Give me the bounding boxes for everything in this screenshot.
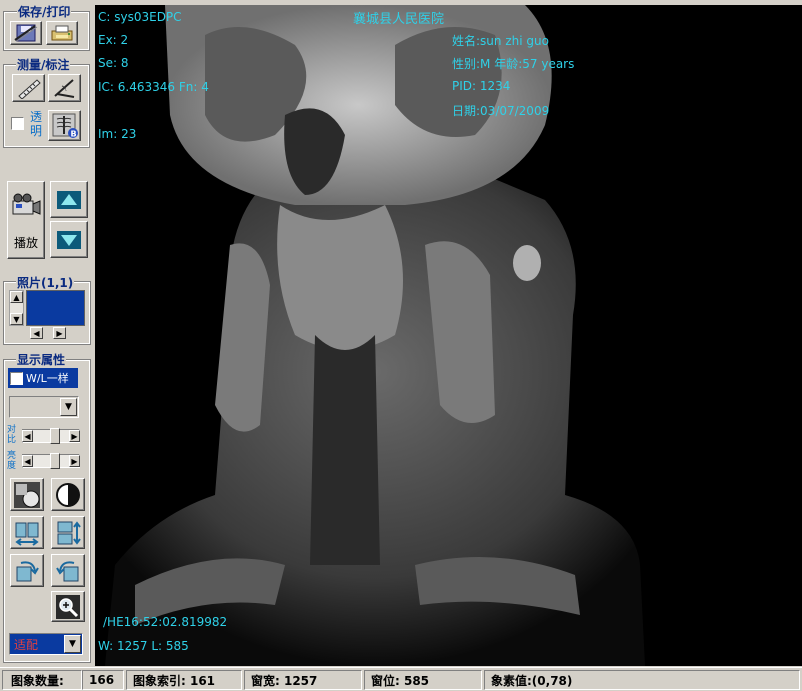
brightness-left-icon[interactable]: ◀ — [22, 455, 33, 467]
flip-vertical-button[interactable] — [51, 516, 85, 549]
photo-vertical-scrollbar[interactable]: ▲ ▼ — [9, 290, 24, 326]
overlay-ic: IC: 6.463346 Fn: 4 — [98, 80, 209, 94]
magnifier-circle-icon — [14, 481, 40, 508]
arrow-down-icon — [57, 230, 81, 249]
wl-same-checkbox[interactable] — [10, 371, 23, 385]
overlay-exam: Ex: 2 — [98, 33, 129, 47]
zoom-button[interactable] — [51, 591, 85, 622]
overlay-pid: PID: 1234 — [452, 79, 511, 93]
play-button[interactable]: 播放 — [7, 181, 45, 259]
rotate-counterclockwise-icon — [56, 560, 79, 581]
arrow-up-icon — [57, 190, 81, 209]
rotate-right-button[interactable] — [10, 554, 44, 587]
chest-xray-button[interactable]: B — [48, 110, 81, 141]
chest-xray-icon: B — [52, 113, 78, 138]
svg-text:B: B — [70, 129, 76, 138]
display-title: 显示属性 — [16, 351, 67, 368]
pixel-value: 象素值:(0,78) — [484, 670, 800, 690]
video-camera-icon — [12, 193, 41, 215]
scroll-right-icon[interactable]: ▶ — [53, 327, 66, 339]
overlay-time: /HE16:52:02.819982 — [103, 615, 228, 629]
mri-coronal-neck-image — [105, 5, 645, 666]
overlay-sex-age: 性别:M 年龄:57 years — [452, 57, 575, 71]
wl-same-toggle[interactable]: W/L一样 — [8, 368, 78, 388]
wl-same-label: W/L一样 — [26, 372, 69, 385]
fit-select-value: 适配 — [14, 638, 39, 652]
chevron-down-icon[interactable]: ▼ — [60, 398, 77, 416]
contrast-slider-thumb[interactable] — [50, 428, 60, 444]
scroll-down-icon[interactable]: ▼ — [10, 313, 23, 325]
brightness-right-icon[interactable]: ▶ — [69, 455, 80, 467]
image-count-value: 166 — [82, 670, 124, 690]
play-label: 播放 — [13, 236, 38, 250]
scroll-left-icon[interactable]: ◀ — [30, 327, 43, 339]
ruler-button[interactable] — [12, 74, 45, 102]
overlay-series: Se: 8 — [98, 56, 129, 70]
photo-title: 照片(1,1) — [16, 274, 75, 291]
overlay-patient-name: 姓名:sun zhi guo — [452, 34, 549, 48]
image-viewer[interactable]: C: sys03EDPC Ex: 2 Se: 8 IC: 6.463346 Fn… — [95, 5, 802, 666]
overlay-hospital: 襄城县人民医院 — [353, 12, 445, 27]
brightness-slider-thumb[interactable] — [50, 453, 60, 469]
flip-vertical-icon — [57, 520, 81, 545]
left-toolbar: 保存/打印 测量/标注 透明 B 播放 照片(1,1) ▲ ▼ ◀ ▶ 显示属性… — [0, 0, 94, 666]
transparent-checkbox[interactable] — [11, 117, 24, 130]
photo-thumbnail[interactable] — [26, 290, 85, 326]
flip-horizontal-button[interactable] — [10, 516, 44, 549]
overlay-computer: C: sys03EDPC — [98, 10, 182, 24]
window-level: 窗位: 585 — [364, 670, 482, 690]
save-print-title: 保存/打印 — [17, 3, 72, 20]
status-bar: 图象数量: 166 图象索引: 161 窗宽: 1257 窗位: 585 象素值… — [0, 667, 802, 691]
overlay-window-level: W: 1257 L: 585 — [98, 639, 189, 653]
fit-select[interactable]: 适配 ▼ — [9, 633, 83, 655]
save-floppy-icon — [14, 24, 38, 42]
rotate-left-button[interactable] — [51, 554, 85, 587]
next-image-button[interactable] — [50, 221, 88, 258]
flip-horizontal-icon — [15, 522, 39, 546]
invert-contrast-icon — [56, 482, 80, 507]
previous-image-button[interactable] — [50, 181, 88, 218]
chevron-down-icon[interactable]: ▼ — [64, 635, 81, 653]
preset-select[interactable]: ▼ — [9, 396, 79, 418]
contrast-left-icon[interactable]: ◀ — [22, 430, 33, 442]
printer-icon — [51, 25, 73, 41]
invert-button[interactable] — [51, 478, 85, 511]
image-index: 图象索引: 161 — [126, 670, 242, 690]
save-button[interactable] — [10, 21, 42, 45]
measure-title: 测量/标注 — [16, 56, 71, 73]
image-count-label: 图象数量: — [2, 670, 82, 690]
angle-button[interactable] — [48, 74, 81, 102]
rotate-clockwise-icon — [16, 560, 39, 581]
window-width: 窗宽: 1257 — [244, 670, 362, 690]
transparent-label: 透明 — [30, 110, 43, 138]
brightness-label: 亮度 — [7, 451, 17, 471]
print-button[interactable] — [46, 21, 78, 45]
zoom-magnifier-icon — [56, 594, 80, 619]
overlay-image-number: Im: 23 — [98, 127, 137, 141]
overlay-date: 日期:03/07/2009 — [452, 104, 550, 118]
contrast-right-icon[interactable]: ▶ — [69, 430, 80, 442]
ruler-icon — [17, 79, 41, 99]
angle-measure-icon — [53, 79, 74, 98]
scroll-up-icon[interactable]: ▲ — [10, 291, 23, 303]
magnifier-tool-button[interactable] — [10, 478, 44, 511]
contrast-label: 对比 — [7, 425, 17, 445]
